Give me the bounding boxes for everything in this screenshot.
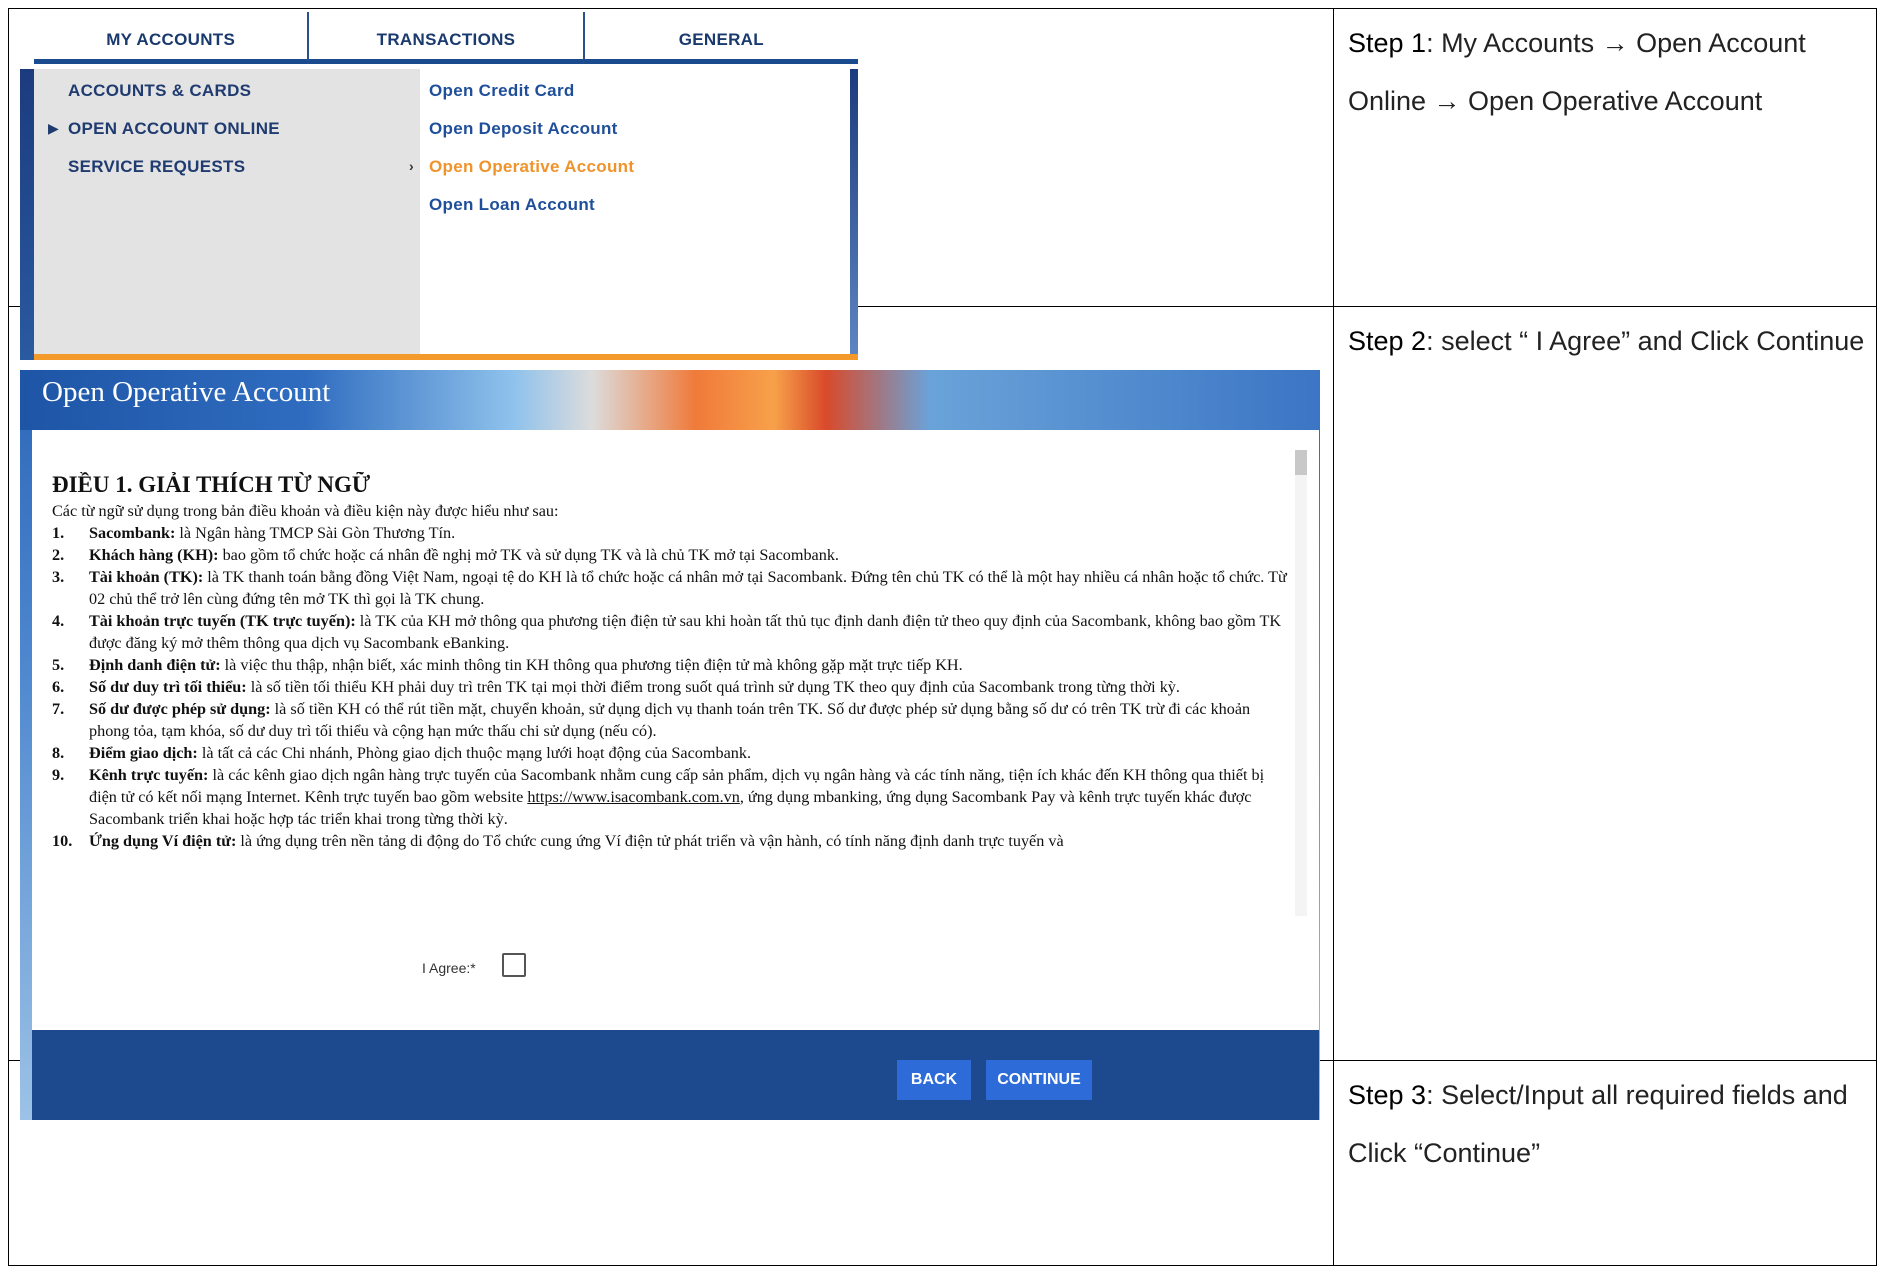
continue-button[interactable]: CONTINUE xyxy=(986,1060,1092,1100)
terms-item: 8. Điểm giao dịch: là tất cả các Chi nhán… xyxy=(52,742,1292,764)
triangle-right-icon: ▶ xyxy=(48,120,59,136)
terms-item-term: Kênh trực tuyến: xyxy=(89,766,209,784)
step3-label: Step 3 xyxy=(1348,1080,1427,1110)
terms-panel: ĐIỀU 1. GIẢI THÍCH TỪ NGỮ Các từ ngữ sử … xyxy=(32,430,1319,1030)
back-button[interactable]: BACK xyxy=(897,1060,971,1100)
terms-item-number: 8. xyxy=(52,744,65,762)
scrollbar[interactable] xyxy=(1295,450,1307,916)
step2-label: Step 2 xyxy=(1348,326,1427,356)
terms-item-term: Điểm giao dịch: xyxy=(89,744,198,762)
menu-item-open-loan-account[interactable]: Open Loan Account xyxy=(429,195,595,215)
terms-item-term: Số dư được phép sử dụng: xyxy=(89,700,271,718)
terms-item: 10. Ứng dụng Ví điện tử: là ứng dụng trên… xyxy=(52,830,1292,852)
terms-item: 3. Tài khoản (TK): là TK thanh toán bằng … xyxy=(52,566,1292,610)
terms-item-number: 4. xyxy=(52,612,65,630)
terms-item-number: 3. xyxy=(52,568,65,586)
menu-item-service-requests[interactable]: SERVICE REQUESTS xyxy=(68,157,245,177)
step3-instruction: Step 3: Select/Input all required fields… xyxy=(1334,1061,1876,1182)
terms-item-number: 9. xyxy=(52,766,65,784)
tab-transactions[interactable]: TRANSACTIONS xyxy=(307,12,583,64)
terms-item-term: Tài khoản (TK): xyxy=(89,568,204,586)
step1-instruction: Step 1: My Accounts → Open Account Onlin… xyxy=(1334,9,1876,130)
scrollbar-thumb[interactable] xyxy=(1295,450,1307,475)
top-nav: MY ACCOUNTS TRANSACTIONS GENERAL xyxy=(34,12,858,64)
chevron-right-icon: › xyxy=(409,158,414,174)
terms-item: 7. Số dư được phép sử dụng: là số tiền KH… xyxy=(52,698,1292,742)
terms-item-text: là tất cả các Chi nhánh, Phòng giao dịch… xyxy=(197,744,751,762)
menu-right-panel: Open Credit Card Open Deposit Account › … xyxy=(409,69,858,360)
terms-item: 9. Kênh trực tuyến: là các kênh giao dịch… xyxy=(52,764,1292,830)
menu-screenshot: MY ACCOUNTS TRANSACTIONS GENERAL ACCOUNT… xyxy=(20,12,858,360)
terms-item-text: là ứng dụng trên nền tảng di động do Tổ … xyxy=(236,832,1064,850)
terms-item-number: 5. xyxy=(52,656,65,674)
terms-item: 1. Sacombank: là Ngân hàng TMCP Sài Gòn T… xyxy=(52,522,1292,544)
step2-text-cell: Step 2: select “ I Agree” and Click Cont… xyxy=(1333,306,1877,1061)
action-footer: BACK CONTINUE xyxy=(32,1030,1319,1120)
terms-intro: Các từ ngữ sử dụng trong bản điều khoản … xyxy=(52,502,559,520)
terms-item: 6. Số dư duy trì tối thiểu: là số tiền tố… xyxy=(52,676,1292,698)
terms-item-text: là việc thu thập, nhận biết, xác minh th… xyxy=(220,656,963,674)
page-title: Open Operative Account xyxy=(42,376,331,408)
menu-left-panel: ACCOUNTS & CARDS ▶ OPEN ACCOUNT ONLINE S… xyxy=(34,69,420,360)
terms-item-term: Sacombank: xyxy=(89,524,176,542)
menu-item-open-operative-account[interactable]: Open Operative Account xyxy=(429,157,634,177)
terms-item-term: Tài khoản trực tuyến (TK trực tuyến): xyxy=(89,612,356,630)
menu-item-open-deposit-account[interactable]: Open Deposit Account xyxy=(429,119,618,139)
terms-item-term: Định danh điện tử: xyxy=(89,656,221,674)
terms-heading: ĐIỀU 1. GIẢI THÍCH TỪ NGỮ xyxy=(52,472,371,497)
terms-item-term: Ứng dụng Ví điện tử: xyxy=(89,832,237,850)
terms-item: 5. Định danh điện tử: là việc thu thập, n… xyxy=(52,654,1292,676)
step2-instruction: Step 2: select “ I Agree” and Click Cont… xyxy=(1334,307,1876,370)
terms-item-text: là số tiền tối thiểu KH phải duy trì trê… xyxy=(246,678,1180,696)
terms-document: ĐIỀU 1. GIẢI THÍCH TỪ NGỮ Các từ ngữ sử … xyxy=(52,472,1292,932)
terms-item-term: Số dư duy trì tối thiểu: xyxy=(89,678,247,696)
menu-item-open-credit-card[interactable]: Open Credit Card xyxy=(429,81,575,101)
terms-screenshot: Open Operative Account ĐIỀU 1. GIẢI THÍC… xyxy=(20,370,1320,1120)
terms-item-number: 6. xyxy=(52,678,65,696)
step2-text: : select “ I Agree” and Click Continue xyxy=(1426,326,1865,356)
terms-list: 1. Sacombank: là Ngân hàng TMCP Sài Gòn T… xyxy=(52,522,1292,852)
agree-checkbox[interactable] xyxy=(502,953,526,977)
terms-item-number: 7. xyxy=(52,700,65,718)
agree-label: I Agree:* xyxy=(422,960,476,976)
terms-item-term: Khách hàng (KH): xyxy=(89,546,219,564)
tab-my-accounts[interactable]: MY ACCOUNTS xyxy=(34,12,308,64)
terms-item-number: 1. xyxy=(52,524,65,542)
terms-item-text: bao gồm tổ chức hoặc cá nhân đề nghị mở … xyxy=(218,546,839,564)
step1-label: Step 1 xyxy=(1348,28,1427,58)
terms-item-text: là TK thanh toán bằng đồng Việt Nam, ngo… xyxy=(89,568,1287,608)
orange-accent-bar xyxy=(34,354,858,360)
terms-item: 2. Khách hàng (KH): bao gồm tổ chức hoặc … xyxy=(52,544,1292,566)
terms-item-number: 10. xyxy=(52,832,73,850)
terms-item-number: 2. xyxy=(52,546,65,564)
tab-general[interactable]: GENERAL xyxy=(582,12,858,64)
step3-text-cell: Step 3: Select/Input all required fields… xyxy=(1333,1060,1877,1266)
menu-item-open-account-online[interactable]: OPEN ACCOUNT ONLINE xyxy=(68,119,280,139)
menu-item-accounts-cards[interactable]: ACCOUNTS & CARDS xyxy=(68,81,251,101)
website-link[interactable]: https://www.isacombank.com.vn xyxy=(527,788,740,806)
terms-item: 4. Tài khoản trực tuyến (TK trực tuyến): … xyxy=(52,610,1292,654)
terms-item-text: là Ngân hàng TMCP Sài Gòn Thương Tín. xyxy=(175,524,456,542)
step1-text-cell: Step 1: My Accounts → Open Account Onlin… xyxy=(1333,8,1877,307)
background-strip-left xyxy=(20,69,34,360)
background-strip-right xyxy=(850,69,858,360)
